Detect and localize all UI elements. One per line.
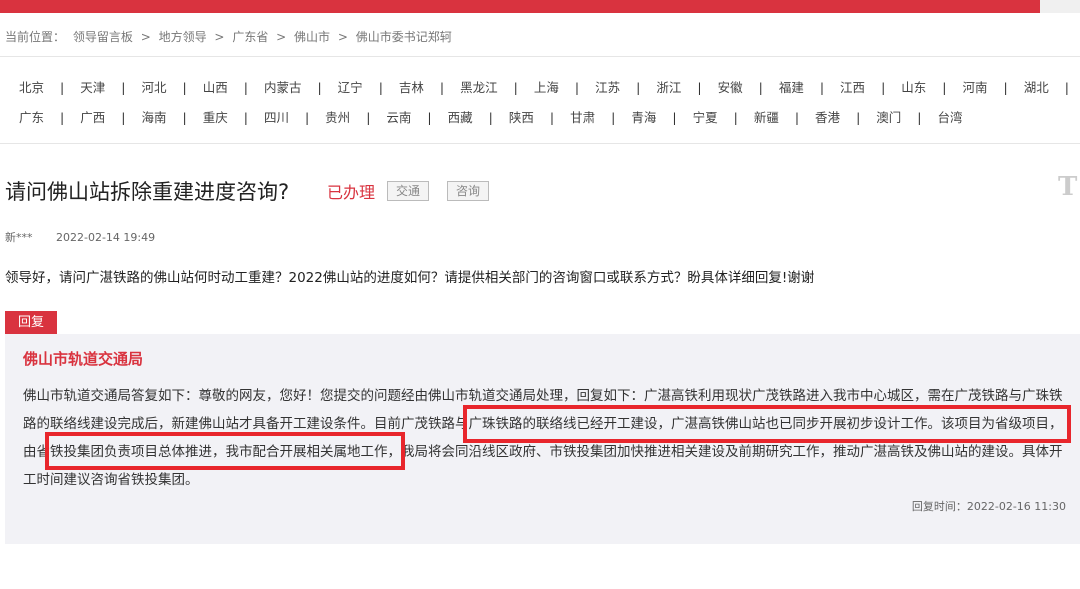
region-link[interactable]: 天津	[80, 73, 105, 103]
divider	[0, 143, 1080, 144]
region-separator: |	[574, 80, 580, 95]
region-separator: |	[697, 80, 702, 95]
region-link[interactable]: 山东	[901, 73, 926, 103]
breadcrumb-item-city[interactable]: 佛山市	[294, 30, 330, 44]
region-separator: |	[378, 80, 383, 95]
reply-time: 回复时间：2022-02-16 11:30	[912, 498, 1066, 514]
breadcrumb-separator: >	[337, 30, 348, 44]
breadcrumb-separator: >	[214, 30, 225, 44]
region-separator: |	[243, 110, 248, 125]
question-title: 请问佛山站拆除重建进度咨询?	[5, 180, 290, 204]
question-time: 2022-02-14 19:49	[56, 231, 156, 244]
region-link[interactable]: 湖北	[1024, 73, 1049, 103]
region-separator: |	[427, 110, 432, 125]
region-nav: 北京 | 天津 | 河北 | 山西 | 内蒙古 | 辽宁 | 吉林 | 黑龙江 | 上海 | 江苏 | 浙江 | 安徽 | 福建…	[0, 73, 1080, 133]
region-separator: |	[819, 80, 825, 95]
region-link[interactable]: 江苏	[595, 73, 620, 103]
region-separator: |	[60, 110, 65, 125]
region-separator: |	[317, 80, 322, 95]
font-size-icon[interactable]: T	[1058, 172, 1077, 202]
author-name: 新***	[5, 231, 33, 244]
region-separator: |	[611, 110, 616, 125]
region-link[interactable]: 上海	[534, 73, 559, 103]
region-separator: |	[672, 110, 677, 125]
tag-consult[interactable]: 咨询	[447, 181, 490, 201]
region-link[interactable]: 青海	[631, 103, 656, 133]
region-separator: |	[513, 80, 518, 95]
region-separator: |	[121, 80, 126, 95]
region-separator: |	[942, 80, 947, 95]
question-meta: 新*** 2022-02-14 19:49	[5, 229, 155, 245]
breadcrumb-prefix: 当前位置：	[5, 30, 66, 44]
region-separator: |	[917, 110, 922, 125]
question-body: 领导好，请问广湛铁路的佛山站何时动工重建？2022佛山站的进度如何？请提供相关部…	[5, 270, 815, 286]
breadcrumb-separator: >	[140, 30, 151, 44]
region-link[interactable]: 吉林	[399, 73, 424, 103]
region-separator: |	[304, 110, 310, 125]
region-link[interactable]: 新疆	[754, 103, 779, 133]
top-accent-bar	[0, 0, 1040, 13]
region-separator: |	[243, 80, 248, 95]
breadcrumb-item-province[interactable]: 广东省	[232, 30, 268, 44]
region-separator: |	[1003, 80, 1008, 95]
reply-time-value: 2022-02-16 11:30	[966, 500, 1066, 513]
tag-traffic[interactable]: 交通	[387, 181, 430, 201]
breadcrumb-separator: >	[276, 30, 287, 44]
breadcrumb-item-leader[interactable]: 佛山市委书记郑轲	[356, 30, 452, 44]
region-separator: |	[794, 110, 800, 125]
status-badge: 已办理	[327, 183, 376, 202]
divider	[0, 56, 1080, 57]
region-link[interactable]: 安徽	[718, 73, 743, 103]
reply-time-label: 回复时间：	[911, 500, 967, 513]
region-link[interactable]: 福建	[779, 73, 804, 103]
region-separator: |	[60, 80, 65, 95]
region-link[interactable]: 内蒙古	[264, 73, 302, 103]
top-bar-edge	[1040, 0, 1080, 13]
region-link[interactable]: 山西	[203, 73, 228, 103]
region-separator: |	[439, 80, 445, 95]
region-link[interactable]: 北京	[19, 73, 44, 103]
region-separator: |	[758, 80, 763, 95]
breadcrumb: 当前位置： 领导留言板 > 地方领导 > 广东省 > 佛山市 > 佛山市委书记郑…	[5, 28, 456, 45]
region-separator: |	[856, 110, 861, 125]
region-link[interactable]: 河南	[963, 73, 988, 103]
breadcrumb-item-leader-board[interactable]: 领导留言板	[73, 30, 133, 44]
region-separator: |	[182, 80, 187, 95]
region-link[interactable]: 浙江	[656, 73, 681, 103]
region-separator: |	[366, 110, 371, 125]
region-link[interactable]: 辽宁	[338, 73, 363, 103]
region-separator: |	[1064, 80, 1069, 95]
region-link[interactable]: 澳门	[876, 103, 901, 133]
region-separator: |	[549, 110, 555, 125]
reply-label: 回复	[5, 311, 57, 334]
region-link[interactable]: 广东	[19, 103, 44, 133]
region-link[interactable]: 云南	[386, 103, 411, 133]
region-link[interactable]: 西藏	[448, 103, 473, 133]
region-link[interactable]: 台湾	[938, 103, 963, 133]
region-link[interactable]: 甘肃	[570, 103, 595, 133]
region-link[interactable]: 四川	[264, 103, 289, 133]
reply-department: 佛山市轨道交通局	[23, 350, 144, 368]
region-separator: |	[182, 110, 187, 125]
region-link[interactable]: 海南	[141, 103, 166, 133]
reply-panel: 佛山市轨道交通局 佛山市轨道交通局答复如下：尊敬的网友，您好！您提交的问题经由佛…	[5, 334, 1080, 544]
region-separator: |	[488, 110, 493, 125]
region-link[interactable]: 贵州	[325, 103, 350, 133]
region-row: 广东 | 广西 | 海南 | 重庆 | 四川 | 贵州 | 云南 | 西藏 | 陕西 | 甘肃 | 青海 | 宁夏 | 新疆 | 香…	[0, 103, 1080, 133]
reply-body: 佛山市轨道交通局答复如下：尊敬的网友，您好！您提交的问题经由佛山市轨道交通局处理…	[23, 388, 1063, 488]
region-separator: |	[121, 110, 126, 125]
region-link[interactable]: 陕西	[509, 103, 534, 133]
region-link[interactable]: 黑龙江	[460, 73, 498, 103]
breadcrumb-item-local-leaders[interactable]: 地方领导	[159, 30, 207, 44]
region-separator: |	[636, 80, 641, 95]
region-link[interactable]: 宁夏	[693, 103, 718, 133]
region-link[interactable]: 香港	[815, 103, 840, 133]
region-link[interactable]: 广西	[80, 103, 105, 133]
region-link[interactable]: 河北	[141, 73, 166, 103]
region-separator: |	[733, 110, 738, 125]
region-link[interactable]: 重庆	[203, 103, 228, 133]
region-row: 北京 | 天津 | 河北 | 山西 | 内蒙古 | 辽宁 | 吉林 | 黑龙江 | 上海 | 江苏 | 浙江 | 安徽 | 福建…	[0, 73, 1080, 103]
region-separator: |	[881, 80, 886, 95]
region-link[interactable]: 江西	[840, 73, 865, 103]
